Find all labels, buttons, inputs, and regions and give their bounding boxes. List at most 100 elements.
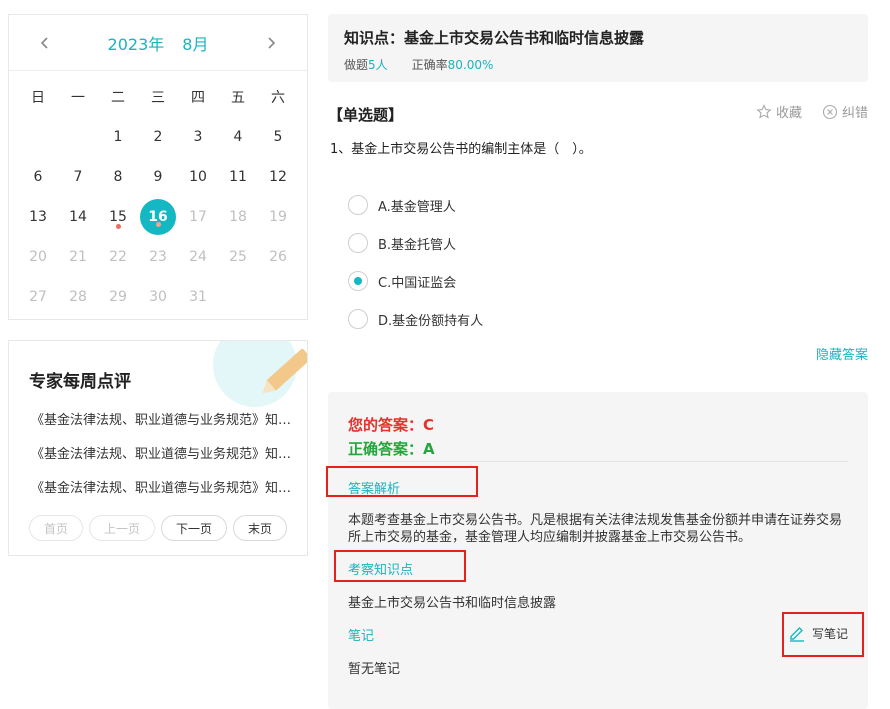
calendar-day[interactable]: 28	[58, 277, 98, 317]
expert-list-item[interactable]: 《基金法律法规、职业道德与业务规范》知识点点评	[31, 443, 293, 477]
chevron-left-icon[interactable]	[31, 29, 59, 57]
question-area: 【单选题】 收藏 纠错 1、基金上市交易公告书的编制主体是（ ）。 A.基金管理…	[328, 96, 868, 366]
calendar-day-number: 13	[29, 209, 47, 225]
edit-icon	[788, 624, 806, 642]
calendar-days: 1234567891011121314151617181920212223242…	[9, 117, 307, 317]
calendar-day-number: 2	[154, 129, 163, 145]
answer-option[interactable]: B.基金托管人	[348, 224, 483, 262]
radio-button[interactable]	[348, 309, 368, 329]
calendar-day[interactable]: 21	[58, 237, 98, 277]
calendar-day	[18, 117, 58, 157]
calendar-day[interactable]: 27	[18, 277, 58, 317]
activity-dot	[116, 224, 121, 229]
calendar-day[interactable]: 20	[18, 237, 58, 277]
notes-text: 暂无笔记	[348, 658, 400, 677]
correct-answer: 正确答案：A	[348, 438, 435, 459]
answer-option-label: C.中国证监会	[378, 272, 456, 291]
radio-button[interactable]	[348, 271, 368, 291]
calendar-day-number: 15	[109, 209, 127, 225]
analysis-text: 本题考查基金上市交易公告书。凡是根据有关法律法规发售基金份额并申请在证券交易所上…	[348, 512, 848, 546]
calendar-day-number: 29	[109, 289, 127, 305]
weekday-label: 六	[258, 77, 298, 117]
calendar-weekdays: 日一二三四五六	[9, 77, 307, 117]
calendar-day[interactable]: 9	[138, 157, 178, 197]
calendar-day[interactable]: 26	[258, 237, 298, 277]
calendar-day[interactable]: 13	[18, 197, 58, 237]
calendar-day[interactable]: 4	[218, 117, 258, 157]
calendar-day[interactable]: 17	[178, 197, 218, 237]
pagination: 首页 上一页 下一页 末页	[29, 515, 287, 541]
calendar-day[interactable]: 30	[138, 277, 178, 317]
report-error-label: 纠错	[842, 102, 868, 121]
calendar-day[interactable]: 23	[138, 237, 178, 277]
calendar-day[interactable]: 3	[178, 117, 218, 157]
calendar-header: 2023年 8月	[9, 15, 307, 71]
answer-option-label: A.基金管理人	[378, 196, 456, 215]
divider	[348, 461, 848, 462]
weekday-label: 二	[98, 77, 138, 117]
prev-page-button[interactable]: 上一页	[89, 515, 155, 541]
answer-option[interactable]: A.基金管理人	[348, 186, 483, 224]
calendar-day-number: 16	[140, 199, 176, 235]
calendar-day[interactable]: 8	[98, 157, 138, 197]
calendar-day[interactable]: 25	[218, 237, 258, 277]
accuracy-rate: 正确率80.00%	[412, 56, 494, 73]
calendar-title: 2023年 8月	[108, 31, 209, 55]
calendar-day-today[interactable]: 16	[138, 197, 178, 237]
answer-option[interactable]: D.基金份额持有人	[348, 300, 483, 338]
calendar-day-number: 18	[229, 209, 247, 225]
calendar-day[interactable]: 11	[218, 157, 258, 197]
hide-answer-link[interactable]: 隐藏答案	[816, 344, 868, 363]
radio-button[interactable]	[348, 233, 368, 253]
calendar-day-number: 12	[269, 169, 287, 185]
weekday-label: 四	[178, 77, 218, 117]
calendar-day[interactable]: 7	[58, 157, 98, 197]
calendar-month: 8月	[182, 31, 208, 55]
calendar-day-number: 30	[149, 289, 167, 305]
calendar-day[interactable]: 5	[258, 117, 298, 157]
calendar-day[interactable]: 29	[98, 277, 138, 317]
question-type: 【单选题】	[328, 104, 403, 125]
calendar-day-number: 6	[34, 169, 43, 185]
done-count: 做题5人	[344, 56, 388, 73]
knowledge-point-card: 知识点：基金上市交易公告书和临时信息披露 做题5人 正确率80.00%	[328, 14, 868, 82]
calendar-day[interactable]: 22	[98, 237, 138, 277]
expert-title: 专家每周点评	[29, 367, 131, 392]
next-page-button[interactable]: 下一页	[161, 515, 227, 541]
calendar-day[interactable]: 2	[138, 117, 178, 157]
calendar-day[interactable]: 10	[178, 157, 218, 197]
expert-list: 《基金法律法规、职业道德与业务规范》知识点点评 《基金法律法规、职业道德与业务规…	[31, 409, 293, 511]
calendar-day-number: 11	[229, 169, 247, 185]
expert-list-item[interactable]: 《基金法律法规、职业道德与业务规范》知识点点评	[31, 477, 293, 511]
favorite-button[interactable]: 收藏	[756, 102, 802, 121]
calendar-day-number: 28	[69, 289, 87, 305]
expert-list-item[interactable]: 《基金法律法规、职业道德与业务规范》知识点点评	[31, 409, 293, 443]
weekday-label: 三	[138, 77, 178, 117]
calendar-day[interactable]: 15	[98, 197, 138, 237]
calendar-day-number: 31	[189, 289, 207, 305]
write-note-button[interactable]: 写笔记	[788, 624, 848, 642]
calendar-day[interactable]: 24	[178, 237, 218, 277]
radio-button[interactable]	[348, 195, 368, 215]
calendar-day-number: 25	[229, 249, 247, 265]
knowledge-point-stats: 做题5人 正确率80.00%	[344, 56, 852, 73]
calendar-day[interactable]: 12	[258, 157, 298, 197]
calendar-day	[218, 277, 258, 317]
weekday-label: 一	[58, 77, 98, 117]
calendar-day[interactable]: 31	[178, 277, 218, 317]
calendar-day[interactable]: 14	[58, 197, 98, 237]
calendar-day-number: 24	[189, 249, 207, 265]
calendar-day[interactable]: 19	[258, 197, 298, 237]
analysis-label: 答案解析	[348, 478, 400, 497]
calendar-day[interactable]: 1	[98, 117, 138, 157]
answer-option[interactable]: C.中国证监会	[348, 262, 483, 300]
calendar-day	[258, 277, 298, 317]
chevron-right-icon[interactable]	[257, 29, 285, 57]
last-page-button[interactable]: 末页	[233, 515, 287, 541]
calendar-day[interactable]: 18	[218, 197, 258, 237]
calendar-day-number: 7	[74, 169, 83, 185]
calendar-day[interactable]: 6	[18, 157, 58, 197]
report-error-button[interactable]: 纠错	[822, 102, 868, 121]
first-page-button[interactable]: 首页	[29, 515, 83, 541]
answer-analysis-card: 您的答案：C 正确答案：A 答案解析 本题考查基金上市交易公告书。凡是根据有关法…	[328, 392, 868, 709]
